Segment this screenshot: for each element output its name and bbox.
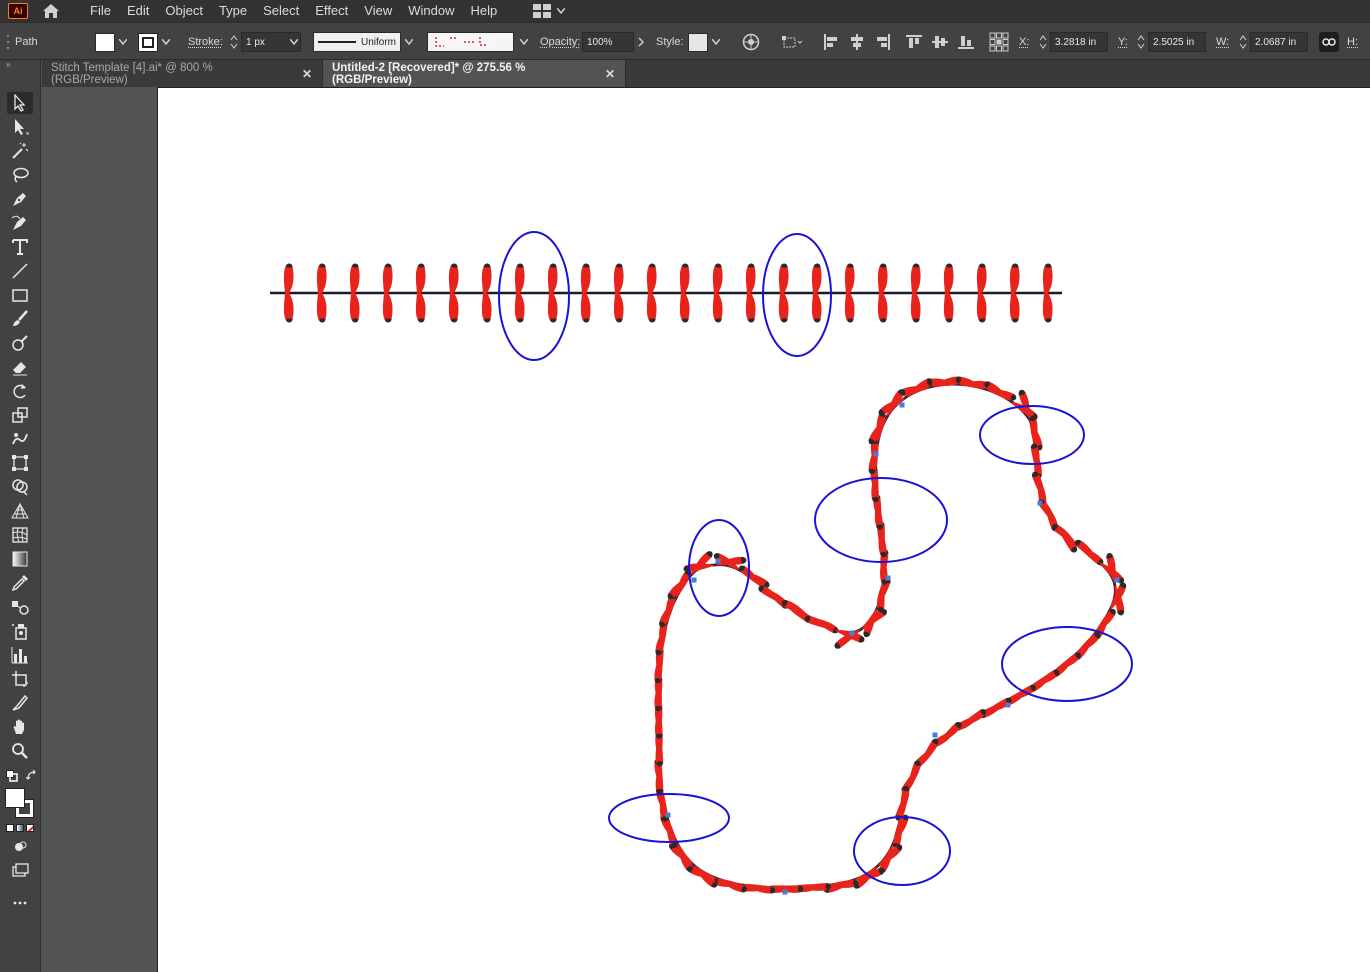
anchor-point <box>782 889 788 895</box>
straight-stitch-line[interactable] <box>270 263 1062 323</box>
curvy-stitch-path[interactable] <box>653 375 1128 895</box>
anchor-point <box>849 630 855 636</box>
anchor-point <box>899 402 905 408</box>
anchor-point <box>873 451 879 457</box>
artwork-canvas[interactable] <box>0 0 1370 972</box>
anchor-point <box>1114 577 1120 583</box>
anchor-point <box>932 732 938 738</box>
anchor-point <box>1037 500 1043 506</box>
anchor-point <box>665 812 671 818</box>
anchor-point <box>1005 702 1011 708</box>
highlight-ellipse <box>762 233 832 357</box>
anchor-point <box>691 577 697 583</box>
anchor-point <box>885 575 891 581</box>
highlight-ellipses[interactable] <box>498 231 1133 886</box>
anchor-point <box>715 558 721 564</box>
highlight-ellipse <box>498 231 570 361</box>
